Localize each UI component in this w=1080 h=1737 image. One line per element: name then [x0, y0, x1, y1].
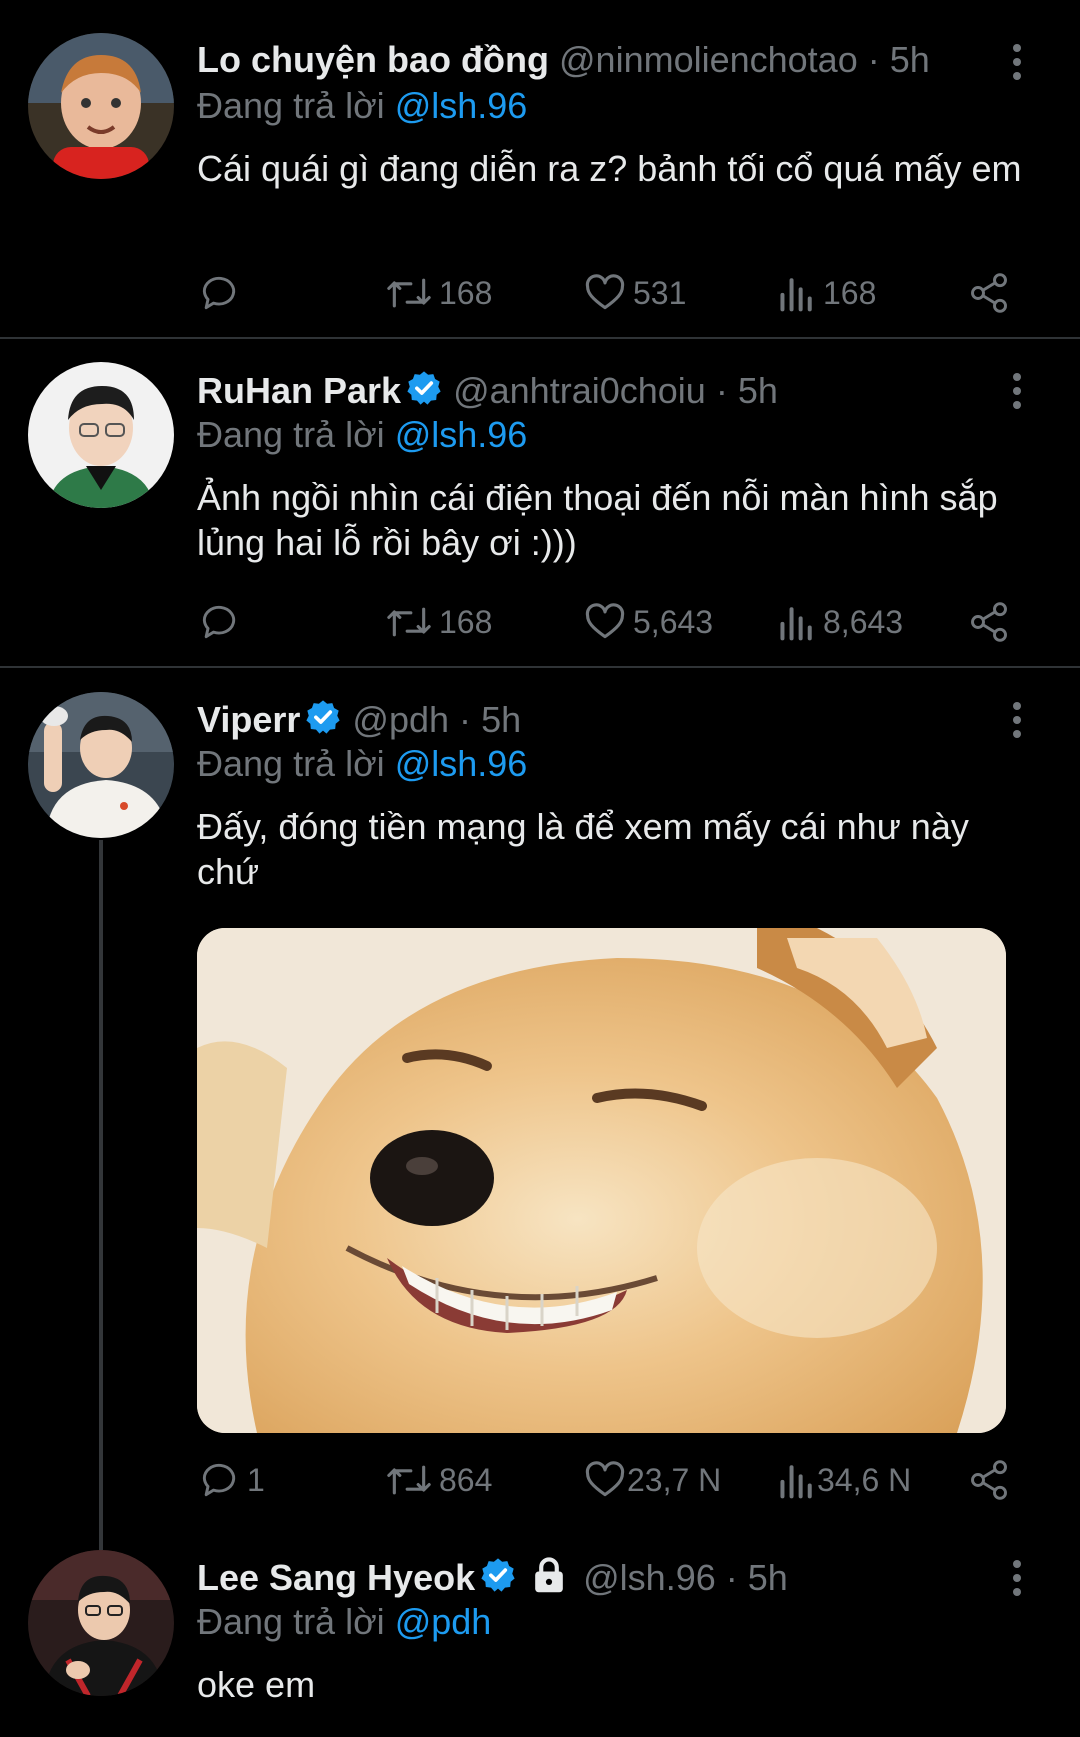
- share-button[interactable]: [967, 1457, 1011, 1503]
- tweet-header: RuHan Park @anhtrai0choiu · 5h: [197, 369, 778, 413]
- reply-prefix: Đang trả lời: [197, 1601, 385, 1642]
- views-icon: [780, 278, 812, 312]
- tweet-text: Đấy, đóng tiền mạng là để xem mấy cái nh…: [197, 806, 969, 892]
- retweet-icon: [387, 607, 431, 637]
- action-bar: 168 5,643 8,643: [197, 599, 1017, 645]
- share-icon: [971, 273, 1007, 313]
- reply-button[interactable]: 1: [197, 1457, 265, 1503]
- retweet-button[interactable]: 168: [385, 270, 492, 316]
- reply-prefix: Đang trả lời: [197, 414, 385, 455]
- separator-dot: ·: [459, 699, 472, 740]
- tweet-header: Lo chuyện bao đồng @ninmolienchotao · 5h: [197, 38, 930, 82]
- lock-icon: [535, 1557, 563, 1593]
- like-count: 5,643: [633, 603, 714, 640]
- reply-context: Đang trả lời @pdh: [197, 1600, 491, 1644]
- reply-icon: [202, 1463, 236, 1497]
- avatar[interactable]: [28, 362, 174, 508]
- share-button[interactable]: [967, 599, 1011, 645]
- retweet-button[interactable]: 168: [385, 599, 492, 645]
- tweet-text: Ảnh ngồi nhìn cái điện thoại đến nỗi màn…: [197, 477, 998, 563]
- reply-button[interactable]: [197, 599, 247, 645]
- reply-icon: [202, 276, 236, 310]
- views-count: 34,6 N: [817, 1461, 912, 1498]
- reply-mention[interactable]: @lsh.96: [395, 743, 528, 784]
- author-handle[interactable]: @anhtrai0choiu: [453, 370, 706, 411]
- like-button[interactable]: 23,7 N: [583, 1457, 721, 1503]
- reply-button[interactable]: [197, 270, 247, 316]
- reply-mention[interactable]: @pdh: [395, 1601, 492, 1642]
- reply-count: 1: [247, 1461, 265, 1498]
- reply-context: Đang trả lời @lsh.96: [197, 413, 527, 457]
- timestamp[interactable]: 5h: [738, 370, 778, 411]
- retweet-icon: [387, 278, 431, 308]
- avatar[interactable]: [28, 692, 174, 838]
- retweet-icon: [387, 1465, 431, 1495]
- views-count: 168: [823, 274, 877, 311]
- verified-badge-icon: [306, 700, 341, 734]
- separator-dot: ·: [715, 370, 728, 411]
- views-icon: [780, 1465, 812, 1499]
- tweet-text: Cái quái gì đang diễn ra z? bảnh tối cổ …: [197, 148, 1022, 189]
- retweet-button[interactable]: 864: [385, 1457, 492, 1503]
- more-icon[interactable]: [1011, 1560, 1023, 1602]
- author-name[interactable]: Lee Sang Hyeok: [197, 1557, 475, 1598]
- reply-prefix: Đang trả lời: [197, 743, 385, 784]
- share-icon: [971, 1460, 1007, 1500]
- tweet-header: Lee Sang Hyeok @lsh.96 · 5h: [197, 1556, 788, 1600]
- avatar[interactable]: [28, 1550, 174, 1696]
- tweet-2[interactable]: RuHan Park @anhtrai0choiu · 5h Đang trả …: [0, 339, 1080, 667]
- like-count: 23,7 N: [627, 1461, 722, 1498]
- reply-context: Đang trả lời @lsh.96: [197, 742, 527, 786]
- author-name[interactable]: Lo chuyện bao đồng: [197, 39, 549, 80]
- more-icon[interactable]: [1011, 702, 1023, 744]
- avatar[interactable]: [28, 33, 174, 179]
- like-button[interactable]: 5,643: [583, 599, 713, 645]
- heart-icon: [585, 274, 625, 310]
- author-handle[interactable]: @ninmolienchotao: [559, 39, 858, 80]
- timestamp[interactable]: 5h: [748, 1557, 788, 1598]
- views-icon: [780, 607, 812, 641]
- views-button[interactable]: 168: [777, 270, 876, 316]
- verified-badge-icon: [481, 1558, 515, 1592]
- media-image[interactable]: [197, 928, 1006, 1433]
- separator-dot: ·: [725, 1557, 738, 1598]
- like-count: 531: [633, 274, 687, 311]
- views-count: 8,643: [823, 603, 904, 640]
- author-name[interactable]: Viperr: [197, 699, 300, 740]
- separator-dot: ·: [867, 39, 880, 80]
- more-icon[interactable]: [1011, 44, 1023, 86]
- timestamp[interactable]: 5h: [481, 699, 521, 740]
- timestamp[interactable]: 5h: [890, 39, 930, 80]
- reply-mention[interactable]: @lsh.96: [395, 85, 528, 126]
- reply-icon: [202, 605, 236, 639]
- reply-mention[interactable]: @lsh.96: [395, 414, 528, 455]
- shiba-meme-image: [197, 928, 1006, 1433]
- views-button[interactable]: 34,6 N: [777, 1457, 911, 1503]
- author-handle[interactable]: @lsh.96: [583, 1557, 716, 1598]
- tweet-header: Viperr @pdh · 5h: [197, 698, 521, 742]
- reply-context: Đang trả lời @lsh.96: [197, 84, 527, 128]
- heart-icon: [585, 603, 625, 639]
- retweet-count: 864: [439, 1461, 493, 1498]
- heart-icon: [585, 1461, 625, 1497]
- more-icon[interactable]: [1011, 373, 1023, 415]
- reply-prefix: Đang trả lời: [197, 85, 385, 126]
- tweet-1[interactable]: Lo chuyện bao đồng @ninmolienchotao · 5h…: [0, 0, 1080, 338]
- views-button[interactable]: 8,643: [777, 599, 903, 645]
- author-handle[interactable]: @pdh: [352, 699, 449, 740]
- retweet-count: 168: [439, 274, 493, 311]
- tweet-3[interactable]: Viperr @pdh · 5h Đang trả lời @lsh.96 Đấ…: [0, 668, 1080, 1538]
- retweet-count: 168: [439, 603, 493, 640]
- action-bar: 1 864 23,7 N 34,6 N: [197, 1457, 1017, 1503]
- share-button[interactable]: [967, 270, 1011, 316]
- tweet-4[interactable]: Lee Sang Hyeok @lsh.96 · 5h Đang trả lời…: [0, 1538, 1080, 1737]
- like-button[interactable]: 531: [583, 270, 686, 316]
- action-bar: 168 531 168: [197, 270, 1017, 316]
- author-name[interactable]: RuHan Park: [197, 370, 401, 411]
- verified-badge-icon: [407, 371, 441, 405]
- tweet-text: oke em: [197, 1664, 316, 1705]
- share-icon: [971, 602, 1007, 642]
